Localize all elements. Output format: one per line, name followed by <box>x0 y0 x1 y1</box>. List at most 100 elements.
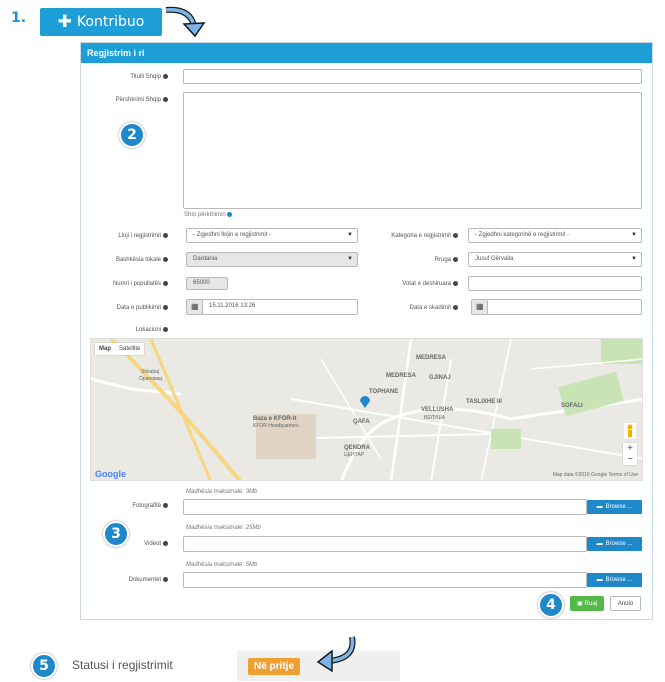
documents-file-input[interactable] <box>183 572 587 588</box>
info-icon <box>453 281 458 286</box>
cancel-button[interactable]: Anulo <box>610 596 641 611</box>
voters-input[interactable] <box>468 276 642 291</box>
title-label: Titulli Shqip <box>130 74 168 80</box>
step-two-badge: 2 <box>119 122 145 148</box>
info-icon <box>163 74 168 79</box>
expiry-date-label: Data e skadimit <box>410 305 458 311</box>
caret-down-icon: ▼ <box>631 256 637 262</box>
info-icon <box>453 233 458 238</box>
caret-down-icon: ▼ <box>347 232 353 238</box>
save-button[interactable]: ▣ Ruaj <box>570 596 604 611</box>
map-label: ВЕЛУША <box>424 415 446 421</box>
kontribuo-label: Kontribuo <box>76 14 145 30</box>
info-icon <box>227 212 233 217</box>
zoom-out-icon[interactable]: − <box>623 454 637 465</box>
curved-arrow-icon <box>316 636 356 673</box>
save-icon: ▣ <box>576 601 583 607</box>
info-icon <box>163 305 168 310</box>
info-icon <box>163 541 168 546</box>
location-map[interactable]: Map Satellite Shkabaj Орановац MEDRESA M… <box>90 338 643 481</box>
map-roads <box>91 339 642 480</box>
info-icon <box>163 233 168 238</box>
population-label: Numri i popullatës <box>113 281 168 287</box>
status-badge: Në pritje <box>248 658 301 675</box>
videos-label: Videot <box>144 541 168 547</box>
description-textarea[interactable] <box>183 92 642 209</box>
publish-date-input[interactable]: 15.11.2016 13:26 <box>202 299 358 315</box>
photos-size-note: Madhësia maksimale: 3Mb <box>186 489 258 495</box>
google-logo: Google <box>95 469 126 479</box>
step-four-badge: 4 <box>538 592 564 618</box>
info-icon <box>163 503 168 508</box>
map-label: VELLUSHA <box>421 407 454 413</box>
info-icon <box>453 257 458 262</box>
panel-title: Regjistrim i ri <box>81 43 652 63</box>
browse-videos-button[interactable]: ▬ Browse ... <box>587 537 642 551</box>
map-type-tabs: Map Satellite <box>95 343 145 355</box>
calendar-button[interactable]: ▦ <box>186 299 203 315</box>
map-label: QENDRA <box>344 445 371 451</box>
municipality-label: Bashkësia lokale <box>116 257 168 263</box>
calendar-icon: ▦ <box>191 302 199 311</box>
videos-size-note: Madhësia maksimale: 25Mb <box>186 525 261 531</box>
folder-icon: ▬ <box>596 541 603 547</box>
browse-documents-button[interactable]: ▬ Browse ... <box>587 573 642 587</box>
expiry-date-input[interactable] <box>487 299 642 315</box>
map-label: Орановац <box>139 376 163 382</box>
info-icon <box>453 305 458 310</box>
info-icon <box>163 281 168 286</box>
map-label: Shkabaj <box>141 369 160 375</box>
street-select[interactable]: Jusuf Gërvalla ▼ <box>468 252 642 267</box>
zoom-in-icon[interactable]: + <box>623 443 637 454</box>
map-label: MEDRESA <box>386 373 417 379</box>
folder-icon: ▬ <box>596 504 603 510</box>
map-attribution: Map data ©2016 Google Terms of Use <box>552 472 638 478</box>
street-label: Rruga <box>435 257 458 263</box>
status-label: Statusi i regjistrimit <box>72 658 173 672</box>
map-label: TOPHANE <box>369 389 399 395</box>
curved-arrow-icon <box>165 6 206 38</box>
location-label: Lokacioni <box>136 327 168 333</box>
documents-size-note: Madhësia maksimale: 5Mb <box>186 562 258 568</box>
calendar-button[interactable]: ▦ <box>471 299 488 315</box>
translate-link[interactable]: Shto përkthimin <box>184 212 233 218</box>
info-icon <box>163 577 168 582</box>
browse-photos-button[interactable]: ▬ Browse ... <box>587 500 642 514</box>
folder-icon: ▬ <box>596 577 603 583</box>
type-select[interactable]: - Zgjedhni llojin e regjistrimit - ▼ <box>186 228 358 243</box>
category-select[interactable]: - Zgjedhni kategorinë e regjistrimit - ▼ <box>468 228 642 243</box>
map-label: ЦЕНТАР <box>344 452 365 458</box>
map-label: MEDRESA <box>416 355 447 361</box>
zoom-controls: + − <box>623 443 637 465</box>
plus-icon: ✚ <box>57 11 72 32</box>
municipality-select[interactable]: Dardania ▼ <box>186 252 358 267</box>
map-pin-icon[interactable] <box>359 395 371 409</box>
voters-label: Votat e deshiruara <box>402 281 458 287</box>
info-icon <box>163 327 168 332</box>
type-label: Lloji i regjistrimit <box>118 233 168 239</box>
publish-date-label: Data e publikimit <box>117 305 168 311</box>
caret-down-icon: ▼ <box>631 232 637 238</box>
title-input[interactable] <box>183 69 642 84</box>
photos-label: Fotografitë <box>132 503 168 509</box>
map-label: GJINAJ <box>429 375 451 381</box>
calendar-icon: ▦ <box>476 302 484 311</box>
satellite-tab[interactable]: Satellite <box>115 343 144 355</box>
step-five-badge: 5 <box>31 653 57 679</box>
pegman-icon[interactable] <box>624 423 636 439</box>
caret-down-icon: ▼ <box>347 256 353 262</box>
map-label: TASLIXHE III <box>466 399 502 405</box>
category-label: Kategoria e regjistrimit <box>391 233 458 239</box>
map-tab[interactable]: Map <box>95 343 115 355</box>
map-label: QAFA <box>353 419 370 425</box>
map-label: KFOR Headquarters <box>253 423 299 429</box>
step-one-label: 1. <box>11 10 27 26</box>
map-label: SOFALI <box>561 403 583 409</box>
videos-file-input[interactable] <box>183 536 587 552</box>
documents-label: Dokumentet <box>129 577 168 583</box>
info-icon <box>163 97 168 102</box>
info-icon <box>163 257 168 262</box>
photos-file-input[interactable] <box>183 499 587 515</box>
kontribuo-button[interactable]: ✚ Kontribuo <box>40 8 162 36</box>
description-label: Përshkrimi Shqip <box>116 97 168 103</box>
